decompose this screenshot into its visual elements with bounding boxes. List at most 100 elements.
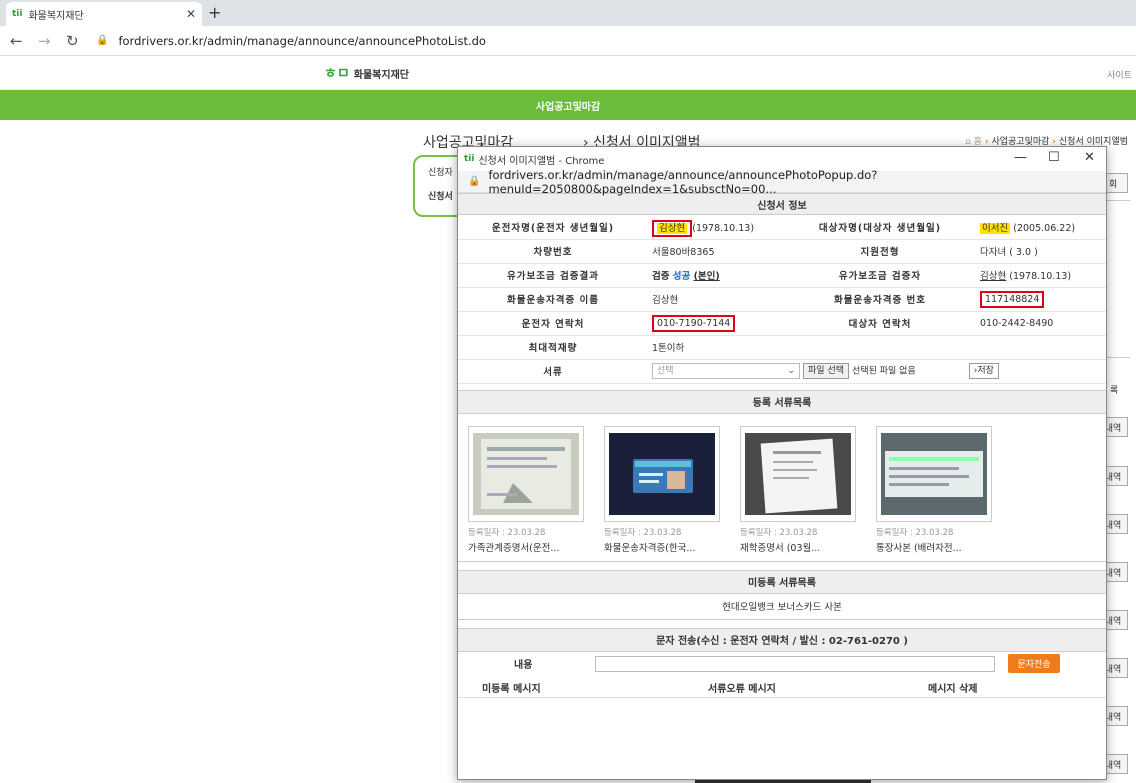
verifier-birth: (1978.10.13)	[1009, 271, 1072, 282]
file-select-button[interactable]: 파일 선택	[803, 363, 850, 379]
menu-bar: 사업공고및마감	[0, 90, 1136, 120]
license-no-label: 화물운송자격증 번호	[784, 287, 976, 312]
driver-birth: (1978.10.13)	[692, 222, 755, 234]
document-gallery: 등록일자 : 23.03.28 가족관계증명서(운전... 등록일자 : 23.…	[458, 414, 1106, 562]
verifier-name[interactable]: 김상현	[980, 271, 1006, 282]
info-table: 운전자명(운전자 생년월일) 김상현 (1978.10.13) 대상자명(대상자 …	[458, 215, 1106, 384]
popup-title: 신청서 이미지앨범 - Chrome	[478, 155, 605, 167]
driver-name-highlight: 김상현	[652, 219, 693, 237]
table-row: 유가보조금 검증결과 검증 성공 (본인) 유가보조금 검증자 김상현 (197…	[458, 263, 1106, 288]
document-date: 등록일자 : 23.03.28	[468, 527, 546, 538]
section-header-registered: 등록 서류목록	[458, 389, 1106, 414]
document-thumbnail[interactable]	[604, 425, 720, 522]
chevron-down-icon: ⌄	[787, 366, 795, 376]
unregistered-item: 현대오일뱅크 보너스카드 사본	[458, 594, 1106, 620]
col-header-msg-delete: 메시지 삭제	[928, 683, 978, 695]
popup-url[interactable]: fordrivers.or.kr/admin/manage/announce/a…	[488, 168, 1106, 196]
lock-icon[interactable]: 🔒	[468, 176, 480, 187]
verifier-label: 유가보조금 검증자	[784, 263, 976, 288]
sms-row: 내용 문자전송	[458, 652, 1106, 676]
side-label: 신청서	[428, 192, 453, 202]
sitemap-link[interactable]: 사이트	[1107, 68, 1132, 81]
document-image	[881, 432, 987, 515]
popup-window: tii 신청서 이미지앨범 - Chrome — ☐ ✕ 🔒 fordriver…	[457, 146, 1107, 780]
forward-icon[interactable]: →	[38, 32, 56, 50]
tab-title: 화물복지재단	[28, 10, 84, 22]
back-icon[interactable]: ←	[10, 32, 28, 50]
target-phone-label: 대상자 연락처	[784, 311, 976, 336]
address-bar: ← → ↻ 🔒 fordrivers.or.kr/admin/manage/an…	[0, 26, 1136, 56]
driver-label: 운전자명(운전자 생년월일)	[458, 215, 648, 240]
car-label: 차량번호	[458, 239, 648, 264]
license-name-label: 화물운송자격증 이름	[458, 287, 648, 312]
doc-select[interactable]: 선택 ⌄	[652, 363, 800, 379]
document-image	[745, 432, 851, 515]
col-header-doc-error-msg: 서류오류 메시지	[708, 683, 776, 695]
popup-address-bar: 🔒 fordrivers.or.kr/admin/manage/announce…	[458, 168, 1106, 196]
car-value: 서울80바8365	[648, 239, 784, 264]
reload-icon[interactable]: ↻	[66, 32, 84, 50]
document-card[interactable]: 등록일자 : 23.03.28 통장사본 (배려자전...	[876, 425, 992, 554]
support-label: 지원전형	[784, 239, 976, 264]
document-name[interactable]: 통장사본 (배려자전...	[876, 540, 992, 554]
driver-phone: 010-7190-7144	[652, 314, 736, 332]
sms-content-input[interactable]	[595, 655, 995, 672]
section-header-unregistered: 미등록 서류목록	[458, 569, 1106, 594]
verify-self: (본인)	[693, 271, 720, 282]
table-row: 운전자명(운전자 생년월일) 김상현 (1978.10.13) 대상자명(대상자 …	[458, 215, 1106, 240]
document-date: 등록일자 : 23.03.28	[740, 527, 818, 538]
table-row: 화물운송자격증 이름 김상현 화물운송자격증 번호 117148824	[458, 287, 1106, 312]
document-thumbnail[interactable]	[876, 425, 992, 522]
menu-bar-title[interactable]: 사업공고및마감	[536, 98, 600, 113]
verify-label: 유가보조금 검증결과	[458, 263, 648, 288]
sms-send-button[interactable]: 문자전송	[1008, 653, 1060, 673]
browser-tab[interactable]: tii 화물복지재단 ✕	[6, 2, 202, 26]
logo-text: 화물복지재단	[353, 69, 409, 81]
driver-phone-label: 운전자 연락처	[458, 311, 648, 336]
verify-prefix: 검증	[652, 271, 670, 282]
document-card[interactable]: 등록일자 : 23.03.28 가족관계증명서(운전...	[468, 425, 584, 554]
doc-label: 서류	[458, 359, 648, 384]
document-name[interactable]: 가족관계증명서(운전...	[468, 540, 584, 554]
target-label: 대상자명(대상자 생년월일)	[784, 215, 976, 240]
section-header-info: 신청서 정보	[458, 193, 1106, 215]
document-date: 등록일자 : 23.03.28	[604, 527, 682, 538]
table-row: 서류 선택 ⌄ 파일 선택 선택된 파일 없음 ›저장	[458, 359, 1106, 384]
target-phone: 010-2442-8490	[976, 311, 1106, 336]
minimize-icon[interactable]: —	[1014, 150, 1027, 165]
document-name[interactable]: 재학증명서 (03월...	[740, 540, 856, 554]
document-image	[473, 432, 579, 515]
document-date: 등록일자 : 23.03.28	[876, 527, 954, 538]
support-value: 다자녀 ( 3.0 )	[976, 239, 1106, 264]
site-favicon-icon: tii	[12, 9, 23, 19]
url-field[interactable]: fordrivers.or.kr/admin/manage/announce/a…	[118, 34, 486, 48]
document-name[interactable]: 화물운송자격증(한국...	[604, 540, 720, 554]
background-label: 록	[1110, 386, 1119, 396]
max-load-label: 최대적재량	[458, 335, 648, 360]
side-label: 신청자	[428, 168, 453, 178]
message-table-header: 미등록 메시지 서류오류 메시지 메시지 삭제	[458, 676, 1106, 698]
doc-select-value: 선택	[657, 366, 674, 376]
document-thumbnail[interactable]	[468, 425, 584, 522]
license-no: 117148824	[980, 290, 1045, 308]
col-header-unregistered-msg: 미등록 메시지	[482, 683, 541, 695]
close-tab-icon[interactable]: ✕	[186, 7, 196, 21]
new-tab-icon[interactable]: +	[208, 3, 221, 22]
close-icon[interactable]: ✕	[1084, 150, 1095, 165]
logo-mark-icon: ㅎㅁ	[324, 66, 350, 82]
save-button[interactable]: ›저장	[968, 363, 999, 379]
document-card[interactable]: 등록일자 : 23.03.28 재학증명서 (03월...	[740, 425, 856, 554]
target-birth: (2005.06.22)	[1013, 222, 1076, 234]
maximize-icon[interactable]: ☐	[1048, 150, 1060, 165]
site-header: ㅎㅁ 화물복지재단 사이트	[0, 56, 1136, 90]
table-row: 운전자 연락처 010-7190-7144 대상자 연락처 010-2442-8…	[458, 311, 1106, 336]
document-card[interactable]: 등록일자 : 23.03.28 화물운송자격증(한국...	[604, 425, 720, 554]
lock-icon[interactable]: 🔒	[96, 35, 108, 46]
site-logo[interactable]: ㅎㅁ 화물복지재단	[324, 63, 409, 83]
target-name: 이서진	[980, 222, 1011, 234]
table-row: 최대적재량 1톤이하	[458, 335, 1106, 360]
verify-success: 성공	[672, 271, 691, 282]
sms-label: 내용	[514, 660, 533, 671]
table-row: 차량번호 서울80바8365 지원전형 다자녀 ( 3.0 )	[458, 239, 1106, 264]
document-thumbnail[interactable]	[740, 425, 856, 522]
